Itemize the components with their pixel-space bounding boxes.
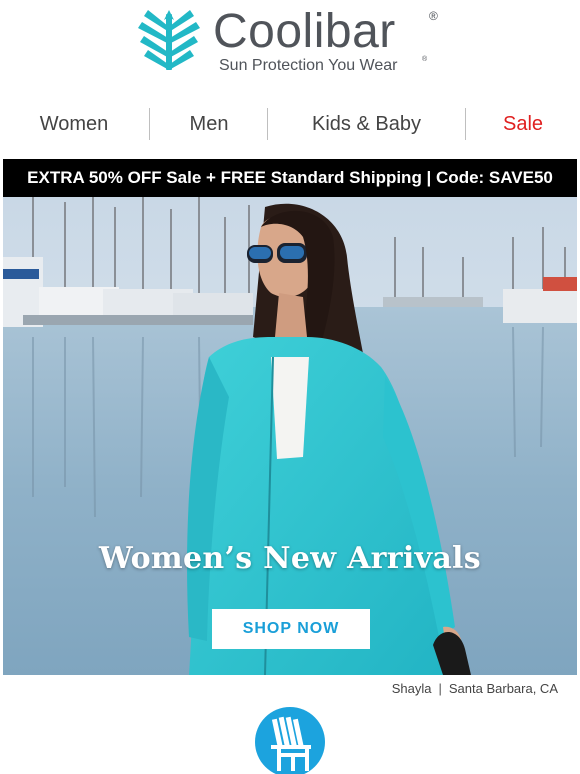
nav-item-men[interactable]: Men (150, 106, 268, 142)
caption-separator: | (438, 681, 442, 696)
registered-mark: ® (429, 9, 438, 23)
tagline-registered-mark: ® (422, 56, 428, 63)
brand-tagline: Sun Protection You Wear (219, 57, 398, 74)
hero-image (3, 197, 577, 675)
promo-banner[interactable]: EXTRA 50% OFF Sale + FREE Standard Shipp… (3, 159, 577, 197)
caption-model-name: Shayla (391, 681, 432, 696)
shop-now-button[interactable]: SHOP NOW (212, 609, 370, 649)
tree-icon[interactable] (138, 8, 200, 72)
caption-location: Santa Barbara, CA (448, 681, 558, 696)
nav-item-sale[interactable]: Sale (466, 106, 580, 142)
hero-title: Women’s New Arrivals (99, 541, 481, 576)
photo-caption: Shayla | Santa Barbara, CA (392, 681, 558, 696)
main-nav: Women Men Kids & Baby Sale (0, 106, 580, 142)
header: Coolibar ® Sun Protection You Wear ® (0, 0, 580, 92)
hero-banner[interactable]: Women’s New Arrivals SHOP NOW (3, 197, 577, 675)
nav-item-women[interactable]: Women (0, 106, 148, 142)
brand-name[interactable]: Coolibar (213, 4, 396, 60)
adirondack-chair-icon[interactable] (255, 707, 325, 774)
nav-item-kids-baby[interactable]: Kids & Baby (268, 106, 465, 142)
